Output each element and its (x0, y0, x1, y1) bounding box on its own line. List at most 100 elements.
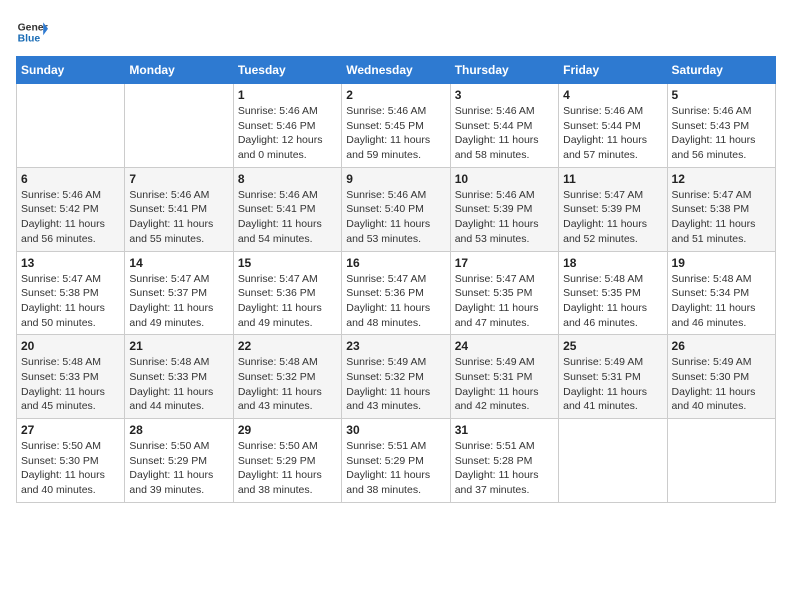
day-number: 21 (129, 339, 228, 353)
day-number: 25 (563, 339, 662, 353)
day-number: 30 (346, 423, 445, 437)
day-number: 19 (672, 256, 771, 270)
calendar-cell: 18 Sunrise: 5:48 AMSunset: 5:35 PMDayligh… (559, 251, 667, 335)
day-info: Sunrise: 5:46 AMSunset: 5:46 PMDaylight:… (238, 104, 337, 163)
day-number: 6 (21, 172, 120, 186)
calendar-cell: 8Sunrise: 5:46 AMSunset: 5:41 PMDaylight… (233, 167, 341, 251)
calendar-cell: 5 Sunrise: 5:46 AMSunset: 5:43 PMDaylight… (667, 84, 775, 168)
calendar-cell: 7 Sunrise: 5:46 AMSunset: 5:41 PMDaylight… (125, 167, 233, 251)
calendar-cell: 13 Sunrise: 5:47 AMSunset: 5:38 PMDayligh… (17, 251, 125, 335)
day-info: Sunrise: 5:47 AMSunset: 5:38 PMDaylight:… (21, 272, 120, 331)
calendar-cell: 29 Sunrise: 5:50 AMSunset: 5:29 PMDayligh… (233, 419, 341, 503)
calendar-cell: 21 Sunrise: 5:48 AMSunset: 5:33 PMDayligh… (125, 335, 233, 419)
day-info: Sunrise: 5:48 AMSunset: 5:32 PMDaylight:… (238, 355, 337, 414)
weekday-header-friday: Friday (559, 57, 667, 84)
day-number: 28 (129, 423, 228, 437)
calendar-cell (667, 419, 775, 503)
day-info: Sunrise: 5:48 AMSunset: 5:35 PMDaylight:… (563, 272, 662, 331)
calendar-cell (17, 84, 125, 168)
calendar-cell: 17Sunrise: 5:47 AMSunset: 5:35 PMDayligh… (450, 251, 558, 335)
day-number: 24 (455, 339, 554, 353)
day-info: Sunrise: 5:49 AMSunset: 5:31 PMDaylight:… (455, 355, 554, 414)
calendar-cell: 19 Sunrise: 5:48 AMSunset: 5:34 PMDayligh… (667, 251, 775, 335)
day-info: Sunrise: 5:47 AMSunset: 5:36 PMDaylight:… (346, 272, 445, 331)
calendar-cell (559, 419, 667, 503)
day-number: 18 (563, 256, 662, 270)
logo: General Blue (16, 16, 48, 48)
day-info: Sunrise: 5:50 AMSunset: 5:29 PMDaylight:… (238, 439, 337, 498)
weekday-header-thursday: Thursday (450, 57, 558, 84)
day-info: Sunrise: 5:46 AMSunset: 5:39 PMDaylight:… (455, 188, 554, 247)
day-number: 20 (21, 339, 120, 353)
day-info: Sunrise: 5:48 AMSunset: 5:33 PMDaylight:… (21, 355, 120, 414)
calendar-cell: 30Sunrise: 5:51 AMSunset: 5:29 PMDayligh… (342, 419, 450, 503)
day-info: Sunrise: 5:46 AMSunset: 5:45 PMDaylight:… (346, 104, 445, 163)
calendar-cell: 22 Sunrise: 5:48 AMSunset: 5:32 PMDayligh… (233, 335, 341, 419)
day-number: 12 (672, 172, 771, 186)
calendar-cell: 20 Sunrise: 5:48 AMSunset: 5:33 PMDayligh… (17, 335, 125, 419)
logo-icon: General Blue (16, 16, 48, 48)
calendar-cell: 3 Sunrise: 5:46 AMSunset: 5:44 PMDaylight… (450, 84, 558, 168)
calendar-cell: 24 Sunrise: 5:49 AMSunset: 5:31 PMDayligh… (450, 335, 558, 419)
day-info: Sunrise: 5:48 AMSunset: 5:33 PMDaylight:… (129, 355, 228, 414)
calendar-week-5: 27Sunrise: 5:50 AMSunset: 5:30 PMDayligh… (17, 419, 776, 503)
calendar-table: SundayMondayTuesdayWednesdayThursdayFrid… (16, 56, 776, 503)
weekday-header-row: SundayMondayTuesdayWednesdayThursdayFrid… (17, 57, 776, 84)
day-number: 16 (346, 256, 445, 270)
calendar-cell: 6 Sunrise: 5:46 AMSunset: 5:42 PMDaylight… (17, 167, 125, 251)
day-number: 1 (238, 88, 337, 102)
day-info: Sunrise: 5:46 AMSunset: 5:44 PMDaylight:… (455, 104, 554, 163)
calendar-cell: 9Sunrise: 5:46 AMSunset: 5:40 PMDaylight… (342, 167, 450, 251)
day-number: 23 (346, 339, 445, 353)
calendar-cell: 23 Sunrise: 5:49 AMSunset: 5:32 PMDayligh… (342, 335, 450, 419)
day-number: 13 (21, 256, 120, 270)
day-number: 31 (455, 423, 554, 437)
day-number: 10 (455, 172, 554, 186)
calendar-cell: 10 Sunrise: 5:46 AMSunset: 5:39 PMDayligh… (450, 167, 558, 251)
day-number: 5 (672, 88, 771, 102)
calendar-week-3: 13 Sunrise: 5:47 AMSunset: 5:38 PMDayligh… (17, 251, 776, 335)
day-info: Sunrise: 5:46 AMSunset: 5:42 PMDaylight:… (21, 188, 120, 247)
calendar-cell: 31 Sunrise: 5:51 AMSunset: 5:28 PMDayligh… (450, 419, 558, 503)
day-number: 8 (238, 172, 337, 186)
calendar-cell: 4Sunrise: 5:46 AMSunset: 5:44 PMDaylight… (559, 84, 667, 168)
day-info: Sunrise: 5:48 AMSunset: 5:34 PMDaylight:… (672, 272, 771, 331)
calendar-cell: 28Sunrise: 5:50 AMSunset: 5:29 PMDayligh… (125, 419, 233, 503)
calendar-cell: 16 Sunrise: 5:47 AMSunset: 5:36 PMDayligh… (342, 251, 450, 335)
day-number: 3 (455, 88, 554, 102)
calendar-cell: 12 Sunrise: 5:47 AMSunset: 5:38 PMDayligh… (667, 167, 775, 251)
weekday-header-saturday: Saturday (667, 57, 775, 84)
calendar-cell: 27Sunrise: 5:50 AMSunset: 5:30 PMDayligh… (17, 419, 125, 503)
weekday-header-sunday: Sunday (17, 57, 125, 84)
day-info: Sunrise: 5:49 AMSunset: 5:30 PMDaylight:… (672, 355, 771, 414)
day-info: Sunrise: 5:50 AMSunset: 5:30 PMDaylight:… (21, 439, 120, 498)
svg-text:Blue: Blue (18, 34, 41, 45)
calendar-cell (125, 84, 233, 168)
day-number: 17 (455, 256, 554, 270)
day-info: Sunrise: 5:46 AMSunset: 5:40 PMDaylight:… (346, 188, 445, 247)
day-number: 22 (238, 339, 337, 353)
day-number: 15 (238, 256, 337, 270)
calendar-cell: 25 Sunrise: 5:49 AMSunset: 5:31 PMDayligh… (559, 335, 667, 419)
day-info: Sunrise: 5:49 AMSunset: 5:32 PMDaylight:… (346, 355, 445, 414)
calendar-cell: 11Sunrise: 5:47 AMSunset: 5:39 PMDayligh… (559, 167, 667, 251)
calendar-week-2: 6 Sunrise: 5:46 AMSunset: 5:42 PMDaylight… (17, 167, 776, 251)
calendar-cell: 14Sunrise: 5:47 AMSunset: 5:37 PMDayligh… (125, 251, 233, 335)
day-info: Sunrise: 5:47 AMSunset: 5:38 PMDaylight:… (672, 188, 771, 247)
day-number: 7 (129, 172, 228, 186)
weekday-header-tuesday: Tuesday (233, 57, 341, 84)
day-number: 29 (238, 423, 337, 437)
weekday-header-monday: Monday (125, 57, 233, 84)
day-info: Sunrise: 5:49 AMSunset: 5:31 PMDaylight:… (563, 355, 662, 414)
day-info: Sunrise: 5:46 AMSunset: 5:43 PMDaylight:… (672, 104, 771, 163)
day-number: 14 (129, 256, 228, 270)
calendar-cell: 26Sunrise: 5:49 AMSunset: 5:30 PMDayligh… (667, 335, 775, 419)
day-info: Sunrise: 5:51 AMSunset: 5:28 PMDaylight:… (455, 439, 554, 498)
page-header: General Blue (16, 16, 776, 48)
calendar-cell: 15Sunrise: 5:47 AMSunset: 5:36 PMDayligh… (233, 251, 341, 335)
calendar-week-1: 1 Sunrise: 5:46 AMSunset: 5:46 PMDaylight… (17, 84, 776, 168)
day-info: Sunrise: 5:46 AMSunset: 5:41 PMDaylight:… (129, 188, 228, 247)
calendar-week-4: 20 Sunrise: 5:48 AMSunset: 5:33 PMDayligh… (17, 335, 776, 419)
day-info: Sunrise: 5:46 AMSunset: 5:44 PMDaylight:… (563, 104, 662, 163)
day-number: 2 (346, 88, 445, 102)
